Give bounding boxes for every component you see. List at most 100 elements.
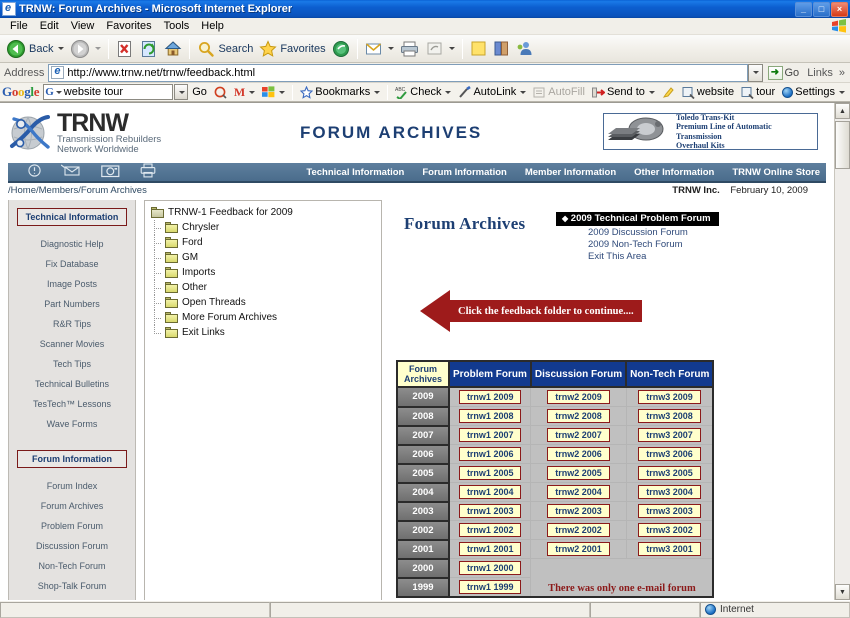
tree-item-ford[interactable]: Ford bbox=[151, 235, 381, 250]
sidebar-item-diagnostic-help[interactable]: Diagnostic Help bbox=[9, 234, 135, 254]
link-non-tech-forum[interactable]: 2009 Non-Tech Forum bbox=[556, 238, 719, 250]
tree-item-imports[interactable]: Imports bbox=[151, 265, 381, 280]
tree-item-open-threads[interactable]: Open Threads bbox=[151, 295, 381, 310]
archive-link[interactable]: trnw1 2000 bbox=[459, 561, 522, 575]
address-input[interactable]: http://www.trnw.net/trnw/feedback.html bbox=[48, 64, 747, 82]
stop-button[interactable] bbox=[113, 37, 137, 61]
refresh-button[interactable] bbox=[137, 37, 161, 61]
links-label[interactable]: Links bbox=[804, 67, 836, 79]
archive-link[interactable]: trnw1 2001 bbox=[459, 542, 522, 556]
sidebar-item-image-posts[interactable]: Image Posts bbox=[9, 274, 135, 294]
sidebar-item-wave-forms[interactable]: Wave Forms bbox=[9, 414, 135, 434]
vertical-scrollbar[interactable]: ▲ ▼ bbox=[834, 103, 850, 600]
sidebar-section-technical-information[interactable]: Technical Information bbox=[17, 208, 127, 226]
tree-item-gm[interactable]: GM bbox=[151, 250, 381, 265]
scrollbar-thumb[interactable] bbox=[835, 121, 850, 169]
link-exit-this-area[interactable]: Exit This Area bbox=[556, 250, 719, 262]
archive-link[interactable]: trnw3 2002 bbox=[638, 523, 701, 537]
archive-link[interactable]: trnw3 2006 bbox=[638, 447, 701, 461]
menu-item-edit[interactable]: Edit bbox=[34, 19, 65, 33]
maximize-button[interactable]: □ bbox=[813, 2, 830, 17]
menu-item-tools[interactable]: Tools bbox=[158, 19, 196, 33]
archive-link[interactable]: trnw2 2008 bbox=[547, 409, 610, 423]
sidebar-item-forum-archives[interactable]: Forum Archives bbox=[9, 496, 135, 516]
nav-link-forum-information[interactable]: Forum Information bbox=[422, 167, 506, 178]
archive-link[interactable]: trnw2 2004 bbox=[547, 485, 610, 499]
search-button[interactable]: Search bbox=[194, 37, 256, 61]
menu-item-help[interactable]: Help bbox=[195, 19, 230, 33]
archive-link[interactable]: trnw3 2009 bbox=[638, 390, 701, 404]
menu-item-favorites[interactable]: Favorites bbox=[100, 19, 157, 33]
archive-link[interactable]: trnw3 2007 bbox=[638, 428, 701, 442]
edit-dropdown-icon[interactable] bbox=[449, 47, 455, 50]
advertisement-banner[interactable]: Toledo Trans-Kit Premium Line of Automat… bbox=[603, 113, 818, 150]
link-discussion-forum[interactable]: 2009 Discussion Forum bbox=[556, 226, 719, 238]
tree-item-other[interactable]: Other bbox=[151, 280, 381, 295]
archive-link[interactable]: trnw1 1999 bbox=[459, 580, 522, 594]
printer-icon[interactable] bbox=[140, 163, 156, 181]
forward-button[interactable] bbox=[67, 37, 104, 61]
sidebar-item-tech-tips[interactable]: Tech Tips bbox=[9, 354, 135, 374]
archive-link[interactable]: trnw1 2006 bbox=[459, 447, 522, 461]
archive-link[interactable]: trnw2 2007 bbox=[547, 428, 610, 442]
chevron-down-icon[interactable] bbox=[249, 91, 255, 94]
archive-link[interactable]: trnw2 2009 bbox=[547, 390, 610, 404]
favorites-button[interactable]: Favorites bbox=[256, 37, 328, 61]
google-find-tour-button[interactable]: tour bbox=[738, 84, 778, 101]
tree-item-chrysler[interactable]: Chrysler bbox=[151, 220, 381, 235]
chevron-down-icon[interactable] bbox=[520, 91, 526, 94]
sidebar-item-technical-bulletins[interactable]: Technical Bulletins bbox=[9, 374, 135, 394]
sidebar-item-rr-tips[interactable]: R&R Tips bbox=[9, 314, 135, 334]
nav-link-trnw-online-store[interactable]: TRNW Online Store bbox=[732, 167, 820, 178]
archive-link[interactable]: trnw2 2002 bbox=[547, 523, 610, 537]
research-button[interactable] bbox=[490, 37, 513, 61]
gmail-icon[interactable]: M bbox=[231, 84, 258, 101]
archive-link[interactable]: trnw1 2007 bbox=[459, 428, 522, 442]
google-settings-button[interactable]: Settings bbox=[779, 84, 848, 101]
mail-dropdown-icon[interactable] bbox=[388, 47, 394, 50]
tree-root-item[interactable]: TRNW-1 Feedback for 2009 bbox=[151, 205, 381, 220]
archive-link[interactable]: trnw2 2001 bbox=[547, 542, 610, 556]
archive-link[interactable]: trnw2 2003 bbox=[547, 504, 610, 518]
archive-link[interactable]: trnw3 2005 bbox=[638, 466, 701, 480]
sidebar-item-problem-forum[interactable]: Problem Forum bbox=[9, 516, 135, 536]
archive-link[interactable]: trnw1 2004 bbox=[459, 485, 522, 499]
sidebar-item-non-tech-forum[interactable]: Non-Tech Forum bbox=[9, 556, 135, 576]
sidebar-item-shop-talk-forum[interactable]: Shop-Talk Forum bbox=[9, 576, 135, 596]
tree-item-more-forum-archives[interactable]: More Forum Archives bbox=[151, 310, 381, 325]
home-button[interactable] bbox=[161, 37, 185, 61]
chevron-down-icon[interactable] bbox=[839, 91, 845, 94]
messenger-button[interactable] bbox=[513, 37, 536, 61]
links-chevron-icon[interactable]: » bbox=[836, 67, 848, 79]
chevron-down-icon[interactable] bbox=[56, 91, 62, 94]
archive-link[interactable]: trnw3 2001 bbox=[638, 542, 701, 556]
chevron-down-icon[interactable] bbox=[279, 91, 285, 94]
archive-link[interactable]: trnw3 2003 bbox=[638, 504, 701, 518]
go-button[interactable]: ➜ Go bbox=[763, 66, 805, 80]
archive-link[interactable]: trnw3 2008 bbox=[638, 409, 701, 423]
menu-item-file[interactable]: File bbox=[4, 19, 34, 33]
nav-link-other-information[interactable]: Other Information bbox=[634, 167, 714, 178]
menu-item-view[interactable]: View bbox=[65, 19, 101, 33]
nav-link-technical-information[interactable]: Technical Information bbox=[306, 167, 404, 178]
google-search-input[interactable]: G website tour bbox=[43, 84, 173, 100]
address-dropdown-button[interactable] bbox=[748, 64, 763, 82]
mail-icon[interactable] bbox=[61, 164, 81, 180]
edit-button[interactable] bbox=[423, 37, 458, 61]
google-bookmarks-button[interactable]: Bookmarks bbox=[297, 84, 383, 101]
print-button[interactable] bbox=[397, 37, 423, 61]
google-go-button[interactable]: Go bbox=[189, 84, 210, 101]
back-dropdown-icon[interactable] bbox=[58, 47, 64, 50]
minimize-button[interactable]: _ bbox=[795, 2, 812, 17]
archive-link[interactable]: trnw3 2004 bbox=[638, 485, 701, 499]
archive-link[interactable]: trnw1 2009 bbox=[459, 390, 522, 404]
site-logo[interactable]: TRNW Transmission Rebuilders Network Wor… bbox=[8, 111, 161, 156]
chevron-down-icon[interactable] bbox=[649, 91, 655, 94]
google-check-button[interactable]: ABC Check bbox=[392, 84, 454, 101]
chevron-down-icon[interactable] bbox=[374, 91, 380, 94]
sidebar-item-testech-lessons[interactable]: TesTech™ Lessons bbox=[9, 394, 135, 414]
sidebar-section-forum-information[interactable]: Forum Information bbox=[17, 450, 127, 468]
close-button[interactable]: × bbox=[831, 2, 848, 17]
archive-link[interactable]: trnw1 2002 bbox=[459, 523, 522, 537]
google-highlight-button[interactable] bbox=[659, 84, 678, 101]
